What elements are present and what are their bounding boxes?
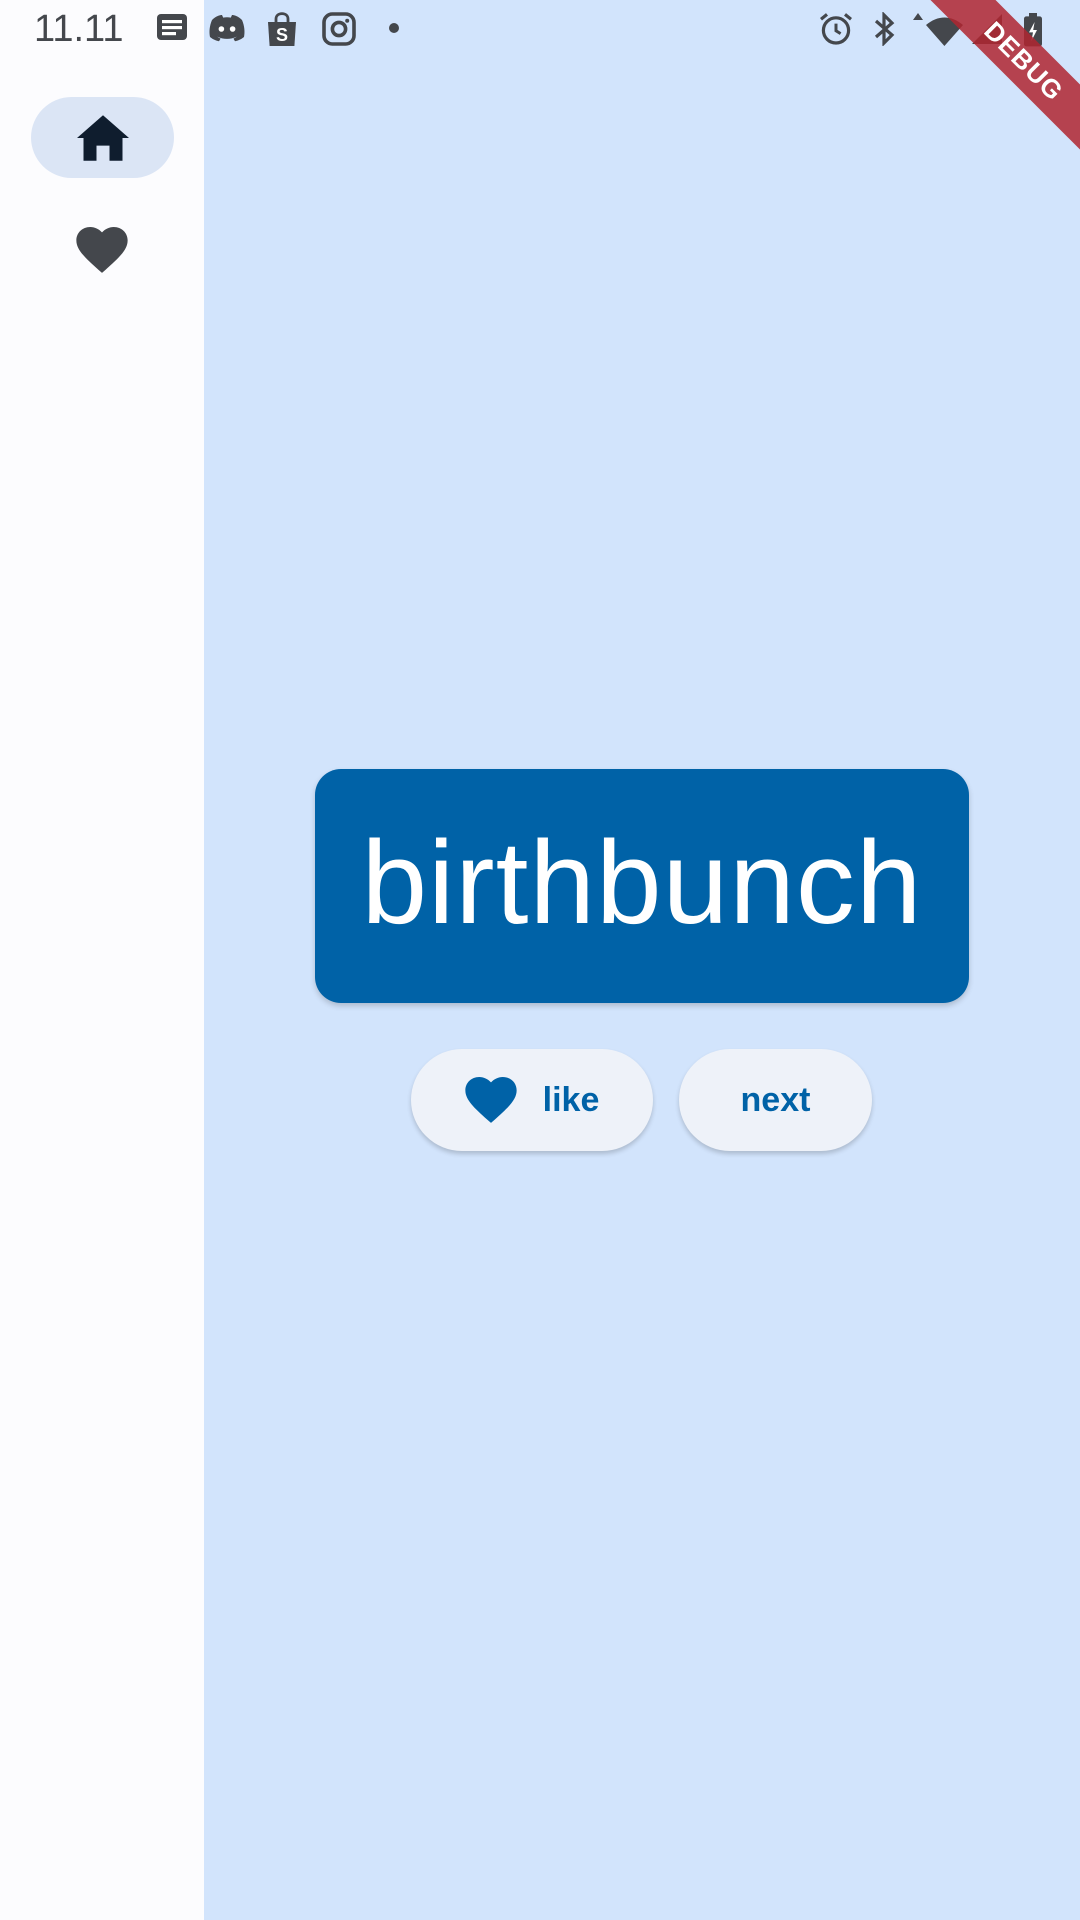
bluetooth-icon: [874, 12, 895, 46]
home-icon: [76, 114, 129, 161]
svg-text:S: S: [276, 25, 288, 45]
app-screen: 11.11 S birthbunch like next DEBUG: [0, 0, 1080, 1920]
heart-icon: [465, 1076, 517, 1124]
dot-icon: [389, 23, 399, 33]
heart-icon: [76, 226, 128, 273]
signal-icon: [972, 14, 1002, 44]
next-label: next: [740, 1080, 811, 1119]
status-time: 11.11: [34, 8, 124, 50]
discord-icon: [209, 15, 245, 42]
nav-item-favorites[interactable]: [67, 220, 137, 280]
battery-icon: [1024, 13, 1042, 47]
like-label: like: [542, 1080, 600, 1119]
status-bar: 11.11 S: [0, 0, 1080, 60]
alarm-icon: [820, 13, 852, 45]
navigation-rail: [0, 0, 204, 1920]
instagram-icon: [322, 12, 356, 46]
like-button[interactable]: like: [411, 1049, 653, 1151]
wifi-icon: [913, 13, 963, 46]
word-pair-text: birthbunch: [361, 817, 923, 949]
message-icon: [157, 14, 187, 40]
shopping-bag-icon: S: [268, 12, 296, 46]
word-pair-card: birthbunch: [315, 769, 969, 1003]
next-button[interactable]: next: [679, 1049, 872, 1151]
nav-item-home[interactable]: [31, 97, 174, 178]
